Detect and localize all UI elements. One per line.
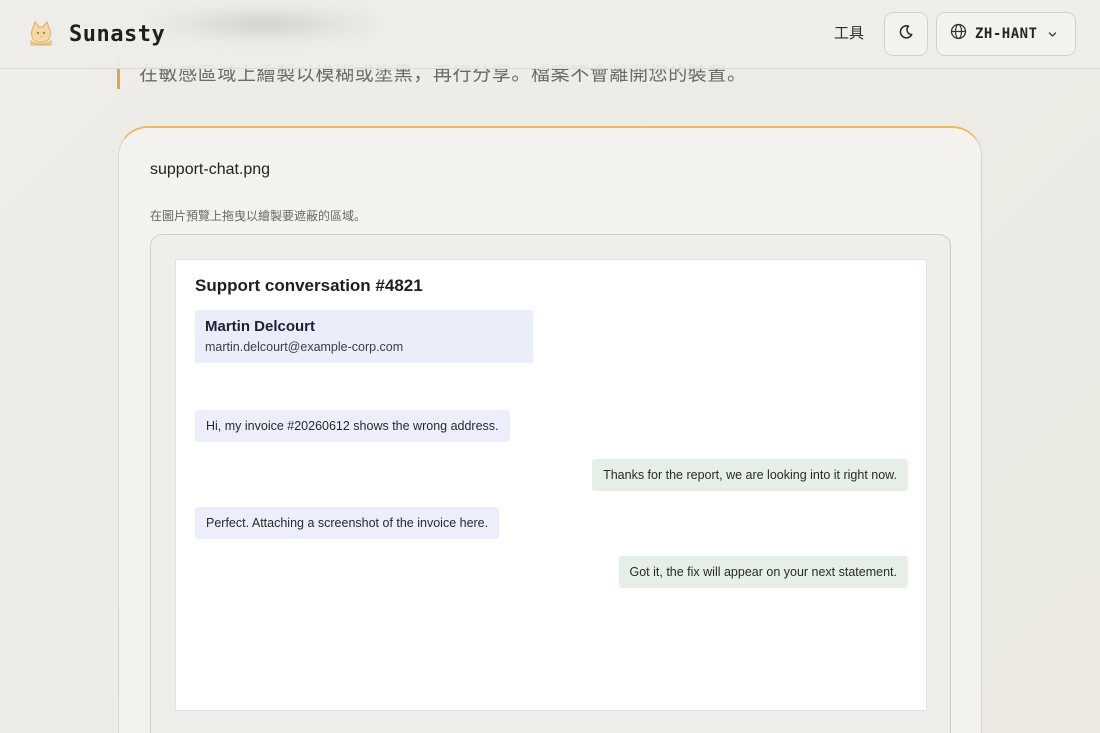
blurred-scroll-content bbox=[150, 4, 380, 44]
cat-logo-icon bbox=[24, 17, 58, 51]
chevron-down-icon bbox=[1047, 29, 1058, 40]
brand-home-link[interactable]: Sunasty bbox=[24, 16, 165, 52]
moon-icon bbox=[898, 24, 914, 45]
file-name: support-chat.png bbox=[150, 161, 271, 178]
conversation-title: Support conversation #4821 bbox=[195, 276, 423, 295]
uploaded-image-preview[interactable]: Support conversation #4821 Martin Delcou… bbox=[175, 259, 927, 711]
image-preview-canvas[interactable]: Support conversation #4821 Martin Delcou… bbox=[150, 234, 951, 733]
chat-message-incoming: Perfect. Attaching a screenshot of the i… bbox=[195, 507, 500, 539]
drawing-hint: 在圖片預覽上拖曳以繪製要遮蔽的區域。 bbox=[150, 209, 367, 223]
contact-email: martin.delcourt@example-corp.com bbox=[205, 340, 404, 354]
contact-name: Martin Delcourt bbox=[205, 318, 316, 335]
redaction-editor-card: support-chat.png 在圖片預覽上拖曳以繪製要遮蔽的區域。 Supp… bbox=[118, 126, 982, 733]
globe-icon bbox=[950, 23, 967, 45]
chat-message-outgoing: Thanks for the report, we are looking in… bbox=[592, 459, 908, 491]
chat-message-incoming: Hi, my invoice #20260612 shows the wrong… bbox=[195, 410, 510, 442]
top-navigation-bar: Sunasty 工具 ZH-HANT bbox=[0, 0, 1100, 69]
brand-name: Sunasty bbox=[69, 21, 166, 47]
theme-toggle-button[interactable] bbox=[884, 12, 928, 56]
contact-card: Martin Delcourt martin.delcourt@example-… bbox=[195, 310, 533, 363]
language-selector[interactable]: ZH-HANT bbox=[936, 12, 1076, 56]
chat-message-outgoing: Got it, the fix will appear on your next… bbox=[618, 556, 908, 588]
nav-link-tools[interactable]: 工具 bbox=[834, 22, 864, 43]
language-label: ZH-HANT bbox=[975, 26, 1038, 42]
